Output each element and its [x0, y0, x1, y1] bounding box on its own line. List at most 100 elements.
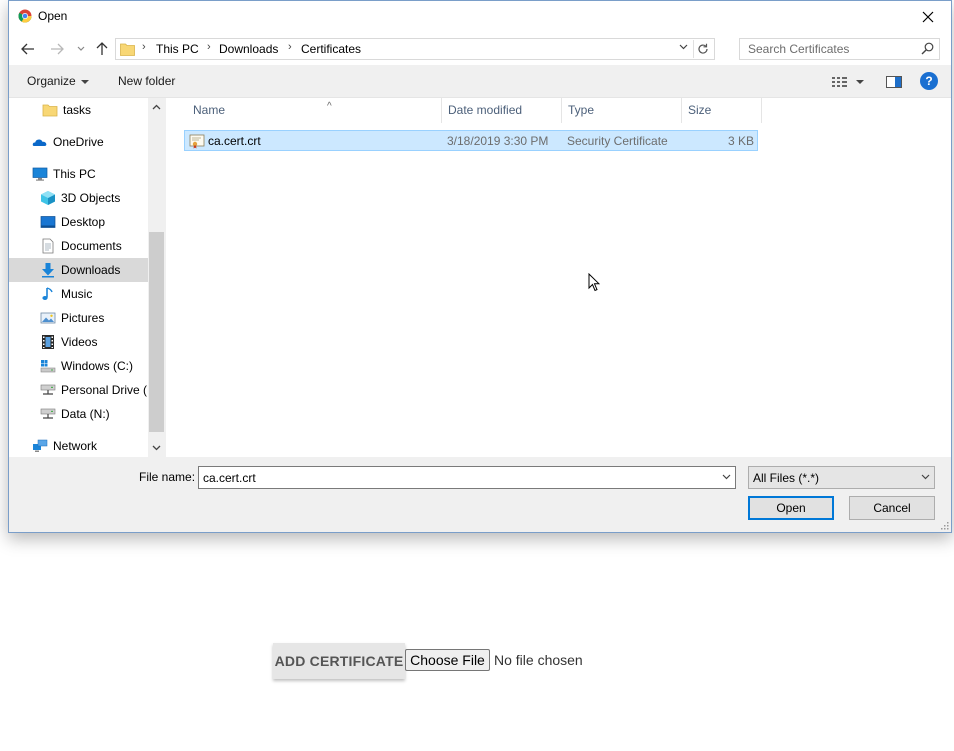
sidebar-item-this-pc[interactable]: This PC [9, 162, 148, 186]
file-date-cell: 3/18/2019 3:30 PM [447, 134, 549, 148]
search-icon [921, 42, 934, 55]
videos-icon [42, 335, 54, 349]
title-bar: Open [9, 1, 951, 32]
caret-down-icon [80, 79, 89, 84]
pictures-icon [40, 312, 56, 324]
sidebar-item-downloads[interactable]: Downloads [9, 258, 148, 282]
forward-arrow-icon [51, 43, 64, 55]
search-input[interactable]: Search Certificates [739, 38, 940, 60]
file-name-input[interactable]: ca.cert.crt [198, 466, 736, 489]
sidebar-item-tasks[interactable]: tasks [9, 98, 148, 122]
sidebar-item-label: Videos [61, 335, 98, 349]
address-bar[interactable]: › This PC › Downloads › Certificates [115, 38, 715, 60]
sidebar-item-pictures[interactable]: Pictures [9, 306, 148, 330]
preview-pane-button[interactable] [885, 73, 903, 91]
close-icon [922, 11, 934, 22]
file-name-label: File name: [139, 470, 196, 484]
breadcrumb-downloads[interactable]: Downloads [219, 42, 278, 56]
scroll-thumb[interactable] [149, 232, 164, 432]
file-name-cell: ca.cert.crt [208, 134, 261, 148]
breadcrumb-separator: › [207, 41, 211, 53]
sidebar-item-data-n[interactable]: Data (N:) [9, 402, 148, 426]
file-size-cell: 3 KB [727, 134, 754, 148]
network-icon [33, 439, 48, 452]
file-type-value: All Files (*.*) [753, 471, 820, 485]
chevron-down-icon[interactable] [722, 474, 731, 480]
sidebar-item-label: OneDrive [53, 135, 104, 149]
sidebar-item-onedrive[interactable]: OneDrive [9, 130, 148, 154]
organize-button[interactable]: Organize [27, 74, 89, 88]
sidebar-item-personal-drive[interactable]: Personal Drive (N [9, 378, 148, 402]
close-button[interactable] [905, 1, 951, 32]
sidebar-item-3d-objects[interactable]: 3D Objects [9, 186, 148, 210]
chevron-down-icon [152, 445, 161, 451]
mouse-cursor-icon [588, 273, 600, 292]
sidebar-item-label: Pictures [61, 311, 105, 325]
computer-icon [32, 167, 48, 181]
recent-locations-button[interactable] [72, 40, 90, 58]
folder-icon [120, 43, 135, 56]
sidebar-item-desktop[interactable]: Desktop [9, 210, 148, 234]
sidebar-item-network[interactable]: Network [9, 434, 148, 457]
file-type-cell: Security Certificate [567, 134, 668, 148]
chevron-down-icon[interactable] [679, 44, 688, 50]
column-header-name[interactable]: Name ^ [187, 98, 442, 123]
navigation-pane: tasks OneDrive This PC 3D Objects Deskto… [9, 98, 165, 457]
scroll-up-button[interactable] [148, 100, 165, 114]
sidebar-item-videos[interactable]: Videos [9, 330, 148, 354]
nav-scrollbar[interactable] [148, 98, 165, 457]
sidebar-item-label: Personal Drive (N [61, 383, 148, 397]
navigation-row: › This PC › Downloads › Certificates Sea… [9, 33, 951, 65]
sidebar-item-label: This PC [53, 167, 96, 181]
search-placeholder: Search Certificates [748, 42, 850, 56]
up-arrow-icon [96, 42, 108, 55]
certificate-icon [189, 134, 205, 149]
command-toolbar: Organize New folder ? [9, 65, 951, 98]
column-header-type[interactable]: Type [562, 98, 682, 123]
file-row[interactable]: ca.cert.crt 3/18/2019 3:30 PM Security C… [184, 130, 758, 151]
sidebar-item-label: Music [61, 287, 93, 301]
chevron-up-icon [152, 104, 161, 110]
forward-button[interactable] [48, 40, 66, 58]
breadcrumb-this-pc[interactable]: This PC [156, 42, 199, 56]
up-button[interactable] [93, 40, 111, 58]
back-button[interactable] [19, 40, 37, 58]
sidebar-item-windows-c[interactable]: Windows (C:) [9, 354, 148, 378]
chevron-down-icon [77, 46, 85, 51]
network-drive-icon [40, 384, 56, 395]
sidebar-item-label: 3D Objects [61, 191, 121, 205]
scroll-down-button[interactable] [148, 441, 165, 455]
cancel-button[interactable]: Cancel [849, 496, 935, 520]
breadcrumb-certificates[interactable]: Certificates [301, 42, 361, 56]
column-header-size[interactable]: Size [682, 98, 762, 123]
drive-icon [40, 360, 56, 373]
column-header-date-modified[interactable]: Date modified [442, 98, 562, 123]
sidebar-item-label: Downloads [61, 263, 121, 277]
new-folder-button[interactable]: New folder [118, 74, 175, 88]
sort-ascending-icon: ^ [327, 101, 332, 112]
dialog-footer: File name: ca.cert.crt All Files (*.*) O… [9, 457, 951, 532]
resize-grip-icon[interactable] [941, 522, 949, 530]
back-arrow-icon [21, 43, 34, 55]
music-icon [42, 287, 53, 300]
file-type-select[interactable]: All Files (*.*) [748, 466, 935, 489]
file-list: Name ^ Date modified Type Size ca.cert.c… [165, 98, 951, 457]
sidebar-item-label: tasks [63, 103, 92, 117]
certificate-upload-area: ADD CERTIFICATE Choose File No file chos… [273, 643, 693, 681]
sidebar-item-music[interactable]: Music [9, 282, 148, 306]
file-name-value: ca.cert.crt [203, 471, 256, 485]
sidebar-item-documents[interactable]: Documents [9, 234, 148, 258]
sidebar-item-label: Data (N:) [61, 407, 110, 421]
help-button[interactable]: ? [920, 72, 938, 90]
preview-pane-icon [886, 76, 902, 88]
downloads-icon [42, 263, 54, 278]
sidebar-item-label: Network [53, 439, 98, 453]
choose-file-button[interactable]: Choose File [405, 649, 490, 671]
refresh-button[interactable] [693, 40, 711, 58]
change-view-button[interactable] [831, 73, 867, 91]
open-file-dialog: Open › This PC › Downloads › Certificate… [8, 0, 952, 533]
file-status-text: No file chosen [494, 652, 583, 668]
chrome-icon [18, 9, 32, 23]
open-button[interactable]: Open [748, 496, 834, 520]
add-certificate-button[interactable]: ADD CERTIFICATE [273, 643, 405, 679]
